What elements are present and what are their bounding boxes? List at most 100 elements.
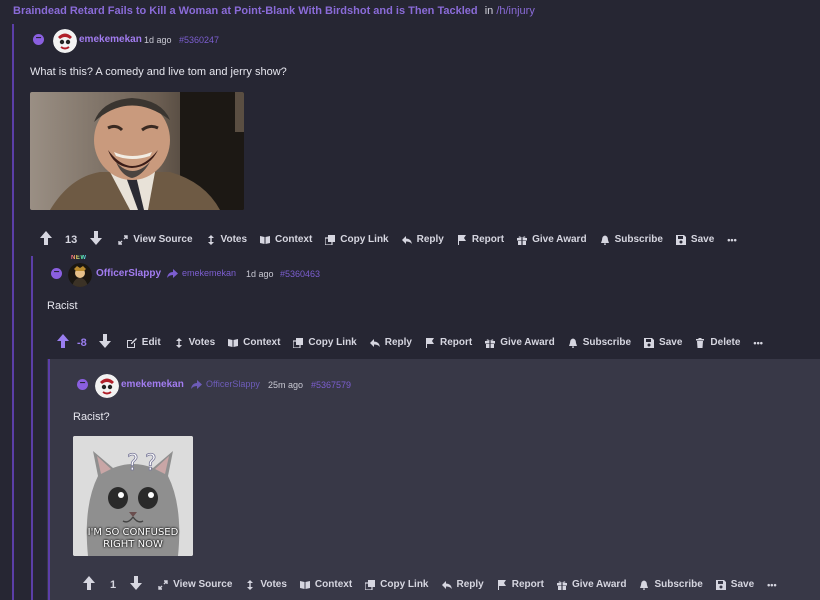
save-button[interactable]: Save [715,579,754,590]
more-options-button[interactable]: ••• [753,338,762,348]
give-award-button[interactable]: Give Award [485,337,555,348]
vote-score[interactable]: -8 [77,337,87,349]
comment-id-link[interactable]: #5360247 [179,35,219,45]
copy-icon [293,337,304,348]
reply-button[interactable]: Reply [401,234,444,245]
votes-button[interactable]: Votes [174,337,216,348]
votes-label: Votes [220,234,248,245]
avatar[interactable] [68,263,92,287]
context-button[interactable]: Context [299,579,352,590]
view-source-label: View Source [133,234,193,245]
more-options-button[interactable]: ••• [767,580,776,590]
in-label: in [484,5,494,17]
view-source-button[interactable]: View Source [158,579,232,590]
image-caption-line-2: RIGHT NOW [103,539,163,550]
copy-link-label: Copy Link [308,337,357,348]
post-title-line: Braindead Retard Fails to Kill a Woman a… [13,5,535,17]
delete-button[interactable]: Delete [695,337,740,348]
report-button[interactable]: Report [497,579,544,590]
report-button[interactable]: Report [425,337,472,348]
arrow-up-icon [57,334,69,348]
upvote-button[interactable] [83,576,95,593]
comment-author[interactable]: emekemekan [79,34,142,45]
thread-line-level-1[interactable] [12,24,14,600]
edit-label: Edit [141,337,161,348]
avatar[interactable] [95,374,119,398]
context-button[interactable]: Context [228,337,280,348]
comment-author[interactable]: emekemekan [121,379,184,390]
new-badge: NEW [71,255,87,261]
avatar[interactable] [53,29,77,53]
comment-author[interactable]: OfficerSlappy [96,268,161,279]
view-source-button[interactable]: View Source [118,234,193,245]
comment-body: Racist? [73,411,110,423]
share-arrow-icon [167,268,178,278]
reply-icon [441,580,452,589]
comment-actions-bar: 1 View Source Votes Context Copy Link Re… [83,576,790,593]
comment-body: Racist [47,300,78,312]
comment-gif-image[interactable] [30,92,244,210]
subscribe-label: Subscribe [582,337,632,348]
reply-button[interactable]: Reply [369,337,412,348]
comment-actions-bar: 13 View Source Votes Context Copy Link R… [40,231,750,248]
comment-id-link[interactable]: #5360463 [280,269,320,279]
give-award-button[interactable]: Give Award [556,579,626,590]
thread-line-level-3[interactable] [48,359,50,600]
image-caption-line-1: I'M SO CONFUSED [87,527,179,538]
floppy-disk-icon [675,234,686,245]
reply-button[interactable]: Reply [441,579,484,590]
subscribe-button[interactable]: Subscribe [568,337,631,348]
give-award-label: Give Award [532,234,587,245]
comment-gif-image[interactable]: ? ? I'M SO CONFUSED RIGHT NOW [73,436,193,556]
report-button[interactable]: Report [457,234,504,245]
comment-id-link[interactable]: #5367579 [311,380,351,390]
collapse-button[interactable]: − [77,379,88,390]
more-options-button[interactable]: ••• [727,235,736,245]
votes-button[interactable]: Votes [245,579,287,590]
reply-to-link[interactable]: OfficerSlappy [191,379,260,389]
votes-button[interactable]: Votes [206,234,248,245]
votes-label: Votes [260,579,287,590]
bell-icon [600,235,609,245]
arrow-down-icon [90,231,103,245]
svg-text:?: ? [145,451,157,476]
save-button[interactable]: Save [644,337,682,348]
svg-text:?: ? [127,451,139,476]
reply-label: Reply [416,234,444,245]
reply-to-link[interactable]: emekemekan [167,268,236,278]
copy-link-button[interactable]: Copy Link [293,337,357,348]
give-award-label: Give Award [500,337,555,348]
subscribe-button[interactable]: Subscribe [600,234,663,245]
report-label: Report [471,234,505,245]
flag-icon [425,337,434,348]
comment-time: 1d ago [144,35,172,45]
downvote-button[interactable] [130,576,143,593]
upvote-button[interactable] [57,334,69,351]
collapse-button[interactable]: − [51,268,62,279]
upvote-button[interactable] [40,231,52,248]
downvote-button[interactable] [98,334,111,351]
copy-icon [365,579,376,590]
thread-line-level-2[interactable] [31,256,33,600]
downvote-button[interactable] [90,231,103,248]
copy-link-button[interactable]: Copy Link [325,234,389,245]
save-label: Save [690,234,715,245]
sub-link[interactable]: /h/injury [496,5,535,17]
save-label: Save [659,337,683,348]
vote-score[interactable]: 13 [65,234,77,246]
report-label: Report [511,579,544,590]
post-title-link[interactable]: Braindead Retard Fails to Kill a Woman a… [13,5,478,17]
book-icon [228,338,239,347]
save-button[interactable]: Save [675,234,715,245]
copy-icon [325,234,336,245]
subscribe-button[interactable]: Subscribe [639,579,703,590]
collapse-button[interactable]: − [33,34,44,45]
give-award-button[interactable]: Give Award [517,234,587,245]
edit-button[interactable]: Edit [126,337,161,348]
flag-icon [457,234,466,245]
votes-label: Votes [188,337,216,348]
vote-score[interactable]: 1 [110,579,116,591]
view-source-label: View Source [173,579,233,590]
copy-link-button[interactable]: Copy Link [365,579,429,590]
context-button[interactable]: Context [260,234,312,245]
